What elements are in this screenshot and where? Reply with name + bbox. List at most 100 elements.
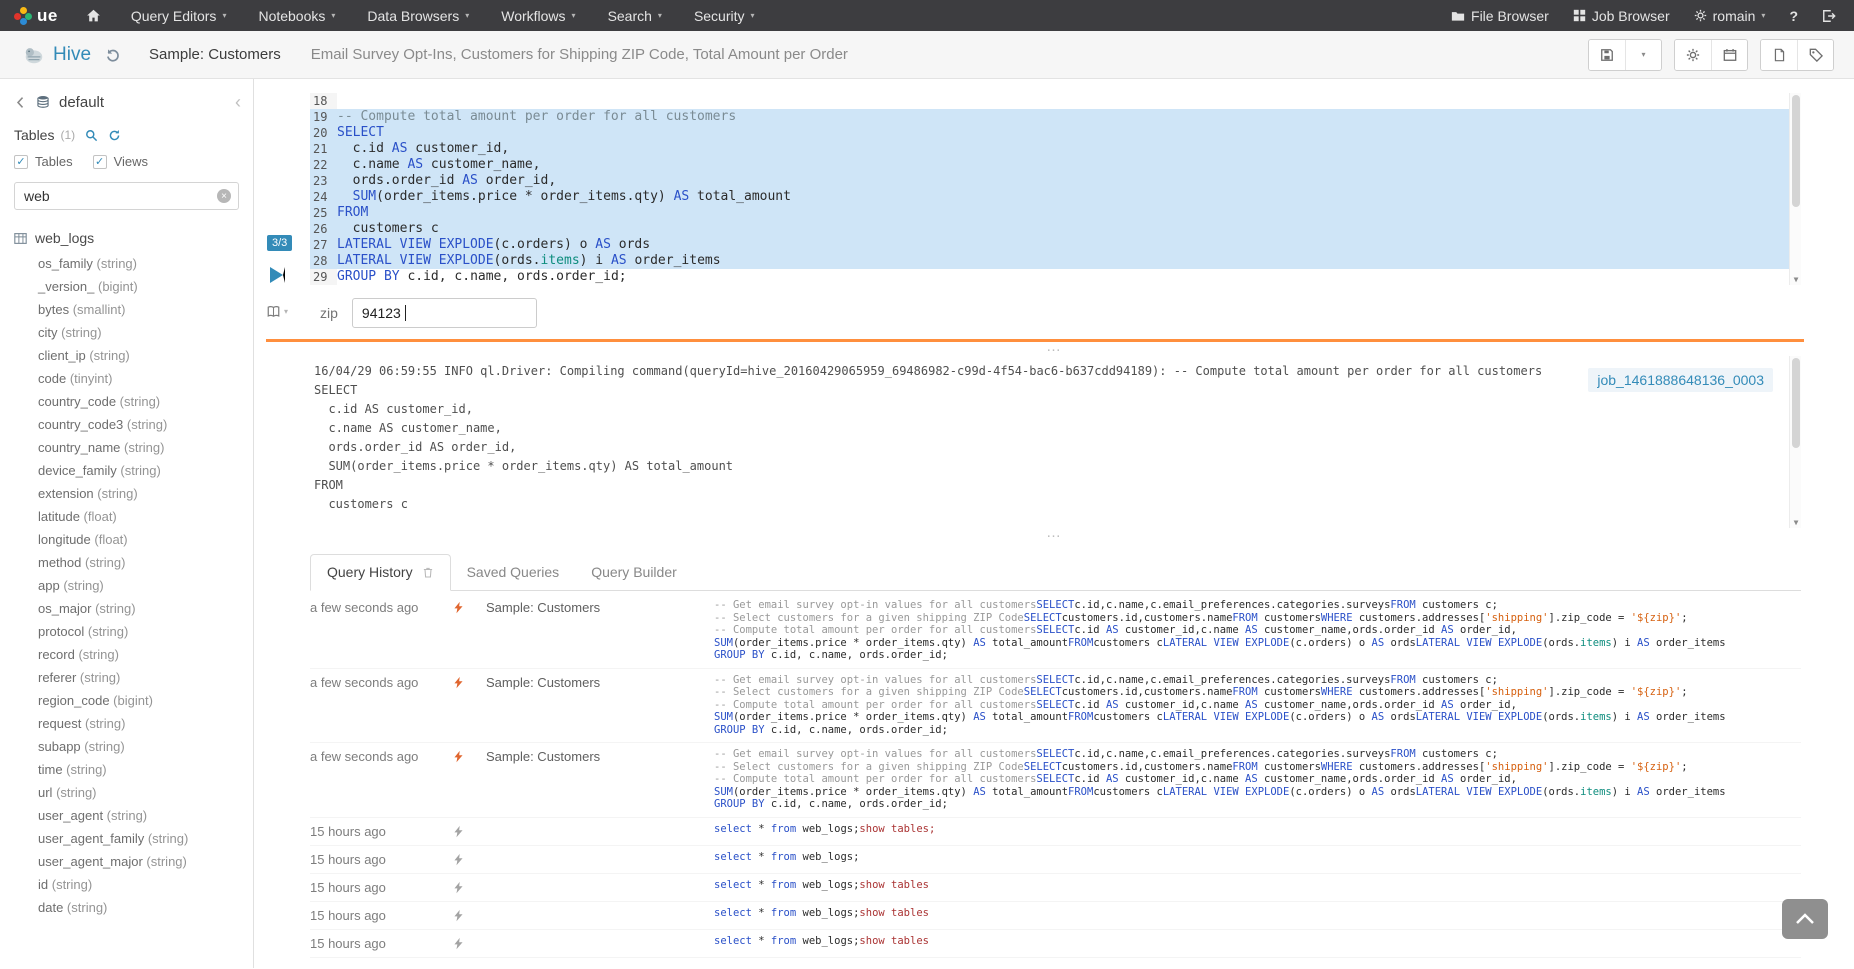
column-item-country_name[interactable]: country_name (string): [0, 436, 253, 459]
database-name[interactable]: default: [59, 94, 104, 111]
menu-security[interactable]: Security▾: [694, 8, 755, 24]
editor-line-20[interactable]: 20SELECT: [310, 125, 1801, 141]
column-item-region_code[interactable]: region_code (bigint): [0, 689, 253, 712]
history-row[interactable]: a few seconds agoSample: Customers-- Get…: [310, 594, 1801, 669]
job-link[interactable]: job_1461888648136_0003: [1588, 368, 1773, 392]
user-menu[interactable]: romain ▾: [1694, 8, 1766, 24]
editor-line-18[interactable]: 18: [310, 93, 1801, 109]
column-item-referer[interactable]: referer (string): [0, 666, 253, 689]
column-item-client_ip[interactable]: client_ip (string): [0, 344, 253, 367]
scrollbar-thumb[interactable]: [1792, 95, 1800, 207]
collapse-panel-icon[interactable]: ‹: [235, 93, 241, 111]
menu-workflows[interactable]: Workflows▾: [501, 8, 575, 24]
home-icon[interactable]: [86, 8, 101, 23]
column-item-record[interactable]: record (string): [0, 643, 253, 666]
column-item-subapp[interactable]: subapp (string): [0, 735, 253, 758]
new-document-button[interactable]: [1761, 40, 1797, 70]
column-item-os_family[interactable]: os_family (string): [0, 252, 253, 275]
column-item-country_code3[interactable]: country_code3 (string): [0, 413, 253, 436]
query-title[interactable]: Sample: Customers: [149, 46, 281, 63]
tab-query-history[interactable]: Query History: [310, 554, 451, 591]
tags-button[interactable]: [1797, 40, 1833, 70]
variable-zip-input[interactable]: [352, 298, 537, 328]
column-item-extension[interactable]: extension (string): [0, 482, 253, 505]
menu-query-editors[interactable]: Query Editors▾: [131, 8, 227, 24]
editor-scrollbar[interactable]: ▼: [1789, 93, 1801, 285]
editor-line-26[interactable]: 26 customers c: [310, 221, 1801, 237]
column-item-method[interactable]: method (string): [0, 551, 253, 574]
execute-button[interactable]: [270, 267, 285, 283]
menu-notebooks[interactable]: Notebooks▾: [258, 8, 335, 24]
editor-line-24[interactable]: 24 SUM(order_items.price * order_items.q…: [310, 189, 1801, 205]
menu-search[interactable]: Search▾: [608, 8, 662, 24]
editor-line-22[interactable]: 22 c.name AS customer_name,: [310, 157, 1801, 173]
column-item-longitude[interactable]: longitude (float): [0, 528, 253, 551]
back-icon[interactable]: [14, 96, 27, 109]
scroll-to-top-button[interactable]: [1782, 899, 1828, 939]
editor-line-25[interactable]: 25FROM: [310, 205, 1801, 221]
tab-saved-queries[interactable]: Saved Queries: [451, 555, 576, 590]
menu-data-browsers[interactable]: Data Browsers▾: [367, 8, 469, 24]
column-item-user_agent[interactable]: user_agent (string): [0, 804, 253, 827]
scroll-down-icon[interactable]: ▼: [1790, 518, 1801, 528]
column-item-_version_[interactable]: _version_ (bigint): [0, 275, 253, 298]
column-item-os_major[interactable]: os_major (string): [0, 597, 253, 620]
table-search-input[interactable]: [14, 182, 239, 210]
column-item-device_family[interactable]: device_family (string): [0, 459, 253, 482]
history-time: 15 hours ago: [310, 823, 452, 839]
schedule-button[interactable]: [1711, 40, 1747, 70]
clear-search-icon[interactable]: ×: [217, 189, 231, 203]
column-item-date[interactable]: date (string): [0, 896, 253, 919]
logout-icon[interactable]: [1822, 9, 1836, 23]
editor-line-21[interactable]: 21 c.id AS customer_id,: [310, 141, 1801, 157]
column-item-latitude[interactable]: latitude (float): [0, 505, 253, 528]
column-item-code[interactable]: code (tinyint): [0, 367, 253, 390]
column-item-app[interactable]: app (string): [0, 574, 253, 597]
column-item-bytes[interactable]: bytes (smallint): [0, 298, 253, 321]
resize-handle[interactable]: [254, 342, 1854, 355]
search-icon[interactable]: [85, 129, 98, 142]
column-item-protocol[interactable]: protocol (string): [0, 620, 253, 643]
column-item-time[interactable]: time (string): [0, 758, 253, 781]
editor-line-19[interactable]: 19-- Compute total amount per order for …: [310, 109, 1801, 125]
filter-views-checkbox[interactable]: ✓ Views: [93, 154, 148, 169]
editor-line-28[interactable]: 28LATERAL VIEW EXPLODE(ords.items) i AS …: [310, 253, 1801, 269]
trash-icon[interactable]: [422, 566, 434, 579]
save-button[interactable]: [1589, 40, 1625, 70]
save-dropdown-button[interactable]: ▾: [1625, 40, 1661, 70]
settings-button[interactable]: [1675, 40, 1711, 70]
history-row[interactable]: 15 hours agoselect * from web_logs;show …: [310, 902, 1801, 930]
history-row[interactable]: 15 hours agoselect * from web_logs;: [310, 846, 1801, 874]
file-browser-link[interactable]: File Browser: [1451, 8, 1549, 24]
job-browser-link[interactable]: Job Browser: [1573, 8, 1670, 24]
docs-button[interactable]: ▾: [266, 305, 288, 319]
sql-editor[interactable]: 1819-- Compute total amount per order fo…: [310, 93, 1801, 285]
column-item-url[interactable]: url (string): [0, 781, 253, 804]
scrollbar-thumb[interactable]: [1792, 358, 1800, 448]
refresh-icon[interactable]: [108, 129, 121, 142]
app-name[interactable]: Hive: [53, 44, 91, 66]
editor-line-23[interactable]: 23 ords.order_id AS order_id,: [310, 173, 1801, 189]
tab-query-builder[interactable]: Query Builder: [575, 555, 693, 590]
scroll-down-icon[interactable]: ▼: [1790, 275, 1802, 285]
column-item-id[interactable]: id (string): [0, 873, 253, 896]
history-row[interactable]: 15 hours agoselect * from web_logs;show …: [310, 874, 1801, 902]
hue-logo[interactable]: ue: [14, 6, 58, 26]
log-scrollbar[interactable]: ▼: [1789, 356, 1801, 528]
resize-handle[interactable]: [254, 528, 1854, 541]
column-item-city[interactable]: city (string): [0, 321, 253, 344]
editor-line-27[interactable]: 27LATERAL VIEW EXPLODE(c.orders) o AS or…: [310, 237, 1801, 253]
help-icon[interactable]: ?: [1789, 8, 1798, 24]
column-item-user_agent_family[interactable]: user_agent_family (string): [0, 827, 253, 850]
history-row[interactable]: 15 hours agoselect * from web_logs;show …: [310, 818, 1801, 846]
query-history-icon[interactable]: [105, 47, 121, 63]
history-row[interactable]: 15 hours agoselect * from web_logs;show …: [310, 930, 1801, 958]
history-row[interactable]: a few seconds agoSample: Customers-- Get…: [310, 669, 1801, 744]
editor-line-29[interactable]: 29GROUP BY c.id, c.name, ords.order_id;: [310, 269, 1801, 285]
column-item-country_code[interactable]: country_code (string): [0, 390, 253, 413]
table-item-web-logs[interactable]: web_logs: [0, 214, 253, 252]
column-item-user_agent_major[interactable]: user_agent_major (string): [0, 850, 253, 873]
history-row[interactable]: a few seconds agoSample: Customers-- Get…: [310, 743, 1801, 818]
column-item-request[interactable]: request (string): [0, 712, 253, 735]
filter-tables-checkbox[interactable]: ✓ Tables: [14, 154, 73, 169]
